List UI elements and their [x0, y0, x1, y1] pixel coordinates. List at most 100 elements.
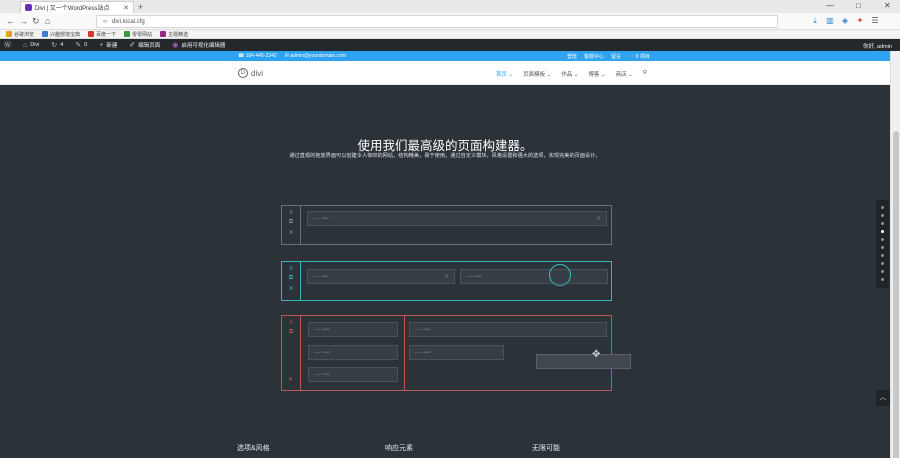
back-arrow-icon[interactable]: ←: [6, 16, 15, 26]
site-logo[interactable]: D divi: [238, 68, 263, 78]
bookmark-item[interactable]: 主题精选: [160, 31, 188, 38]
close-window-button[interactable]: ✕: [884, 1, 891, 10]
module-label: ── ══: [314, 371, 330, 378]
menu-icon[interactable]: ≡: [289, 210, 293, 216]
section-controls: ≡ ⧉ ✕: [282, 262, 301, 300]
reload-icon[interactable]: ↻: [32, 16, 40, 27]
bookmark-item[interactable]: 百度一下: [88, 31, 116, 38]
close-icon[interactable]: ✕: [288, 229, 293, 236]
builder-module[interactable]: ── ══ ✕: [307, 211, 607, 226]
new-tab-button[interactable]: +: [138, 2, 143, 12]
adminbar-site[interactable]: ⌂ Divi: [23, 42, 39, 49]
close-icon[interactable]: ✕: [596, 215, 601, 222]
adminbar-wordpress[interactable]: Ⓦ: [4, 40, 11, 50]
close-icon[interactable]: ✕: [444, 273, 449, 280]
bookmark-item[interactable]: 谷歌浏览: [6, 31, 34, 38]
dragged-module[interactable]: [536, 354, 631, 369]
menu-item-shop[interactable]: 商店 ⌄: [616, 70, 633, 78]
search-icon[interactable]: ⚲: [643, 70, 647, 78]
adminbar-new[interactable]: + 新建: [99, 41, 118, 50]
duplicate-icon[interactable]: ⧉: [289, 275, 293, 282]
maximize-button[interactable]: □: [856, 1, 861, 10]
header-link-message[interactable]: 留言: [611, 53, 621, 60]
close-icon[interactable]: ✕: [288, 285, 293, 292]
header-link-support[interactable]: 客服中心: [584, 53, 604, 60]
home-icon[interactable]: ⌂: [45, 16, 50, 26]
menu-icon[interactable]: ☰: [870, 16, 880, 26]
menu-icon[interactable]: ≡: [289, 266, 293, 272]
back-to-top-button[interactable]: ︿: [876, 390, 890, 406]
scrollbar-thumb[interactable]: [893, 131, 899, 458]
drop-target-indicator: [549, 264, 571, 286]
adminbar-comments[interactable]: ✎ 0: [75, 41, 87, 49]
adminbar-label: 新建: [106, 43, 118, 49]
forward-arrow-icon[interactable]: →: [19, 16, 28, 26]
collections-icon[interactable]: ▥: [825, 16, 835, 26]
page-scrollbar[interactable]: [890, 51, 900, 458]
header-cart[interactable]: 🛒 0 项目: [628, 53, 650, 60]
builder-module[interactable]: ── ══: [409, 322, 607, 337]
nav-dot[interactable]: [881, 270, 884, 273]
nav-dot-active[interactable]: [881, 230, 884, 233]
top-header: ☎ 184-445-2342 ✉ admin@yourdomain.com 登陆…: [0, 51, 890, 61]
comments-icon: ✎: [75, 42, 82, 49]
duplicate-icon[interactable]: ⧉: [289, 219, 293, 226]
home-icon: ⌂: [23, 41, 28, 49]
browser-tab-bar: Divi | 又一个WordPress站点 ✕ + — □ ✕: [0, 0, 900, 13]
address-bar[interactable]: ‹› divi.local.cfg: [96, 15, 778, 28]
adminbar-label: Divi: [30, 42, 40, 48]
bookmark-icon[interactable]: ✦: [855, 16, 865, 26]
close-tab-icon[interactable]: ✕: [123, 4, 129, 12]
bookmark-label: 兴趣部落宝典: [50, 31, 81, 38]
adminbar-visual-builder[interactable]: ◉ 启用可视化编辑器: [172, 41, 225, 49]
extension-icon[interactable]: ◈: [840, 16, 850, 26]
bookmark-label: 零零网站: [132, 31, 153, 38]
download-icon[interactable]: ⤓: [810, 16, 820, 26]
new-icon: +: [99, 41, 104, 49]
adminbar-label: 0: [84, 42, 88, 48]
nav-dot[interactable]: [881, 206, 884, 209]
adminbar-updates[interactable]: ↻ 4: [51, 41, 63, 49]
duplicate-icon[interactable]: ⧉: [289, 329, 293, 336]
builder-module[interactable]: ── ══: [409, 345, 504, 360]
builder-module[interactable]: ── ══: [460, 269, 608, 284]
browser-nav-bar: ← → ↻ ⌂ ‹› divi.local.cfg ⤓ ▥ ◈ ✦ ☰: [0, 13, 900, 30]
nav-dot[interactable]: [881, 238, 884, 241]
nav-dot[interactable]: [881, 254, 884, 257]
menu-item-home[interactable]: 首页 ⌄: [496, 70, 513, 78]
bookmark-item[interactable]: 零零网站: [124, 31, 152, 38]
bookmark-favicon-icon: [88, 31, 95, 37]
adminbar-user-greeting[interactable]: 你好, admin: [863, 42, 892, 50]
builder-module[interactable]: ── ══: [308, 322, 398, 337]
nav-dot[interactable]: [881, 214, 884, 217]
bookmark-favicon-icon: [42, 31, 49, 37]
nav-dot[interactable]: [881, 278, 884, 281]
builder-section-red: ≡ ⧉ ✕ ── ══ ── ══ ── ══ ── ══ ── ══: [281, 315, 612, 391]
header-link-login[interactable]: 登陆: [567, 53, 577, 60]
main-header: D divi 首页 ⌄ 页面模板 ⌄ 作品 ⌄ 博客 ⌄ 商店 ⌄ ⚲: [0, 61, 890, 85]
menu-item-blog[interactable]: 博客 ⌄: [588, 70, 605, 78]
adminbar-label: 4: [60, 42, 64, 48]
builder-module[interactable]: ── ══ ✕: [307, 269, 455, 284]
feature-responsive: 响应元素: [385, 445, 413, 452]
edit-icon: ✐: [129, 42, 136, 49]
header-email[interactable]: ✉ admin@yourdomain.com: [285, 53, 346, 59]
bookmark-item[interactable]: 兴趣部落宝典: [42, 31, 80, 38]
bookmark-favicon-icon: [6, 31, 12, 37]
wordpress-icon: Ⓦ: [4, 42, 11, 49]
menu-icon[interactable]: ≡: [289, 320, 293, 326]
close-icon[interactable]: ✕: [288, 376, 293, 383]
builder-module[interactable]: ── ══: [308, 367, 398, 382]
feature-unlimited: 无限可能: [532, 445, 560, 452]
nav-dot[interactable]: [881, 262, 884, 265]
menu-item-portfolio[interactable]: 作品 ⌄: [561, 70, 578, 78]
builder-module[interactable]: ── ══: [308, 345, 398, 360]
menu-item-page-templates[interactable]: 页面模板 ⌄: [523, 70, 551, 78]
module-label: ── ══: [313, 273, 329, 280]
nav-dot[interactable]: [881, 222, 884, 225]
nav-dot[interactable]: [881, 246, 884, 249]
adminbar-edit-page[interactable]: ✐ 编辑页面: [129, 41, 160, 49]
browser-tab[interactable]: Divi | 又一个WordPress站点 ✕: [20, 1, 134, 13]
module-label: ── ══: [415, 326, 431, 333]
minimize-button[interactable]: —: [826, 1, 834, 10]
